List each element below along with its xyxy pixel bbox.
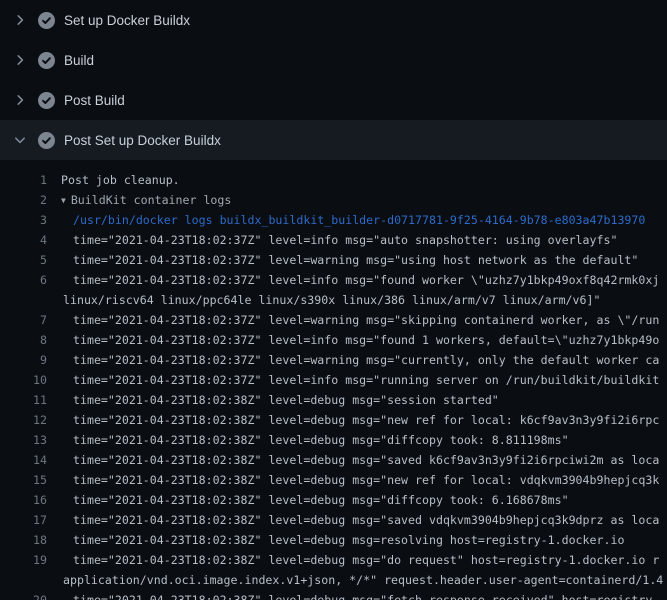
line-number[interactable]: 5 <box>0 250 47 270</box>
log-text: time="2021-04-23T18:02:38Z" level=debug … <box>47 530 667 550</box>
line-number[interactable]: 17 <box>0 510 47 530</box>
line-number[interactable]: 3 <box>0 210 47 230</box>
log-text: Post job cleanup. <box>47 170 667 190</box>
group-title: BuildKit container logs <box>71 193 232 207</box>
log-line: 16time="2021-04-23T18:02:38Z" level=debu… <box>0 490 667 510</box>
line-number[interactable]: 14 <box>0 450 47 470</box>
line-number[interactable]: 1 <box>0 170 47 190</box>
log-text: linux/riscv64 linux/ppc64le linux/s390x … <box>47 290 667 310</box>
step-header-post-build[interactable]: Post Build <box>0 80 667 120</box>
log-line: 9time="2021-04-23T18:02:37Z" level=warni… <box>0 350 667 370</box>
log-line: 17time="2021-04-23T18:02:38Z" level=debu… <box>0 510 667 530</box>
log-text: time="2021-04-23T18:02:38Z" level=debug … <box>47 410 667 430</box>
line-number[interactable]: 7 <box>0 310 47 330</box>
chevron-right-icon[interactable] <box>12 92 28 108</box>
check-circle-icon <box>38 12 55 29</box>
log-line: 11time="2021-04-23T18:02:38Z" level=debu… <box>0 390 667 410</box>
log-line: 1Post job cleanup. <box>0 170 667 190</box>
log-text: time="2021-04-23T18:02:38Z" level=debug … <box>47 550 667 570</box>
line-number[interactable]: 16 <box>0 490 47 510</box>
line-number[interactable]: 2 <box>0 190 47 210</box>
log-text: time="2021-04-23T18:02:37Z" level=warnin… <box>47 310 667 330</box>
log-line: 13time="2021-04-23T18:02:38Z" level=debu… <box>0 430 667 450</box>
log-rows: 1Post job cleanup.2 ▼ BuildKit container l… <box>0 170 667 600</box>
line-number[interactable]: 11 <box>0 390 47 410</box>
check-circle-icon <box>38 52 55 69</box>
check-circle-icon <box>38 132 55 149</box>
log-text: time="2021-04-23T18:02:37Z" level=info m… <box>47 270 667 290</box>
line-number[interactable]: 20 <box>0 590 47 600</box>
chevron-right-icon[interactable] <box>12 12 28 28</box>
log-line: 14time="2021-04-23T18:02:38Z" level=debu… <box>0 450 667 470</box>
log-text: time="2021-04-23T18:02:38Z" level=debug … <box>47 390 667 410</box>
log-command-text: /usr/bin/docker logs buildx_buildkit_bui… <box>47 210 667 230</box>
check-circle-icon <box>38 92 55 109</box>
log-line: application/vnd.oci.image.index.v1+json,… <box>0 570 667 590</box>
log-text: time="2021-04-23T18:02:37Z" level=info m… <box>47 230 667 250</box>
step-label: Post Build <box>64 93 125 108</box>
line-number[interactable]: 8 <box>0 330 47 350</box>
log-text: time="2021-04-23T18:02:38Z" level=debug … <box>47 450 667 470</box>
line-number[interactable]: 4 <box>0 230 47 250</box>
log-text: time="2021-04-23T18:02:37Z" level=warnin… <box>47 350 667 370</box>
log-line: 7time="2021-04-23T18:02:37Z" level=warni… <box>0 310 667 330</box>
log-line: 6time="2021-04-23T18:02:37Z" level=info … <box>0 270 667 290</box>
step-label: Build <box>64 53 94 68</box>
log-text: ▼ BuildKit container logs <box>47 190 667 210</box>
log-text: application/vnd.oci.image.index.v1+json,… <box>47 570 667 590</box>
step-header-build[interactable]: Build <box>0 40 667 80</box>
log-line: 18time="2021-04-23T18:02:38Z" level=debu… <box>0 530 667 550</box>
log-line: 12time="2021-04-23T18:02:38Z" level=debu… <box>0 410 667 430</box>
step-label: Post Set up Docker Buildx <box>64 133 221 148</box>
log-area: 1Post job cleanup.2 ▼ BuildKit container l… <box>0 160 667 600</box>
log-text: time="2021-04-23T18:02:38Z" level=debug … <box>47 590 667 600</box>
line-number[interactable]: 13 <box>0 430 47 450</box>
step-list: Set up Docker Buildx Build Post Build <box>0 0 667 160</box>
step-header-post-set-up-docker-buildx[interactable]: Post Set up Docker Buildx <box>0 120 667 160</box>
step-label: Set up Docker Buildx <box>64 13 190 28</box>
line-number[interactable]: 19 <box>0 550 47 570</box>
log-line: 3/usr/bin/docker logs buildx_buildkit_bu… <box>0 210 667 230</box>
chevron-down-icon[interactable] <box>12 132 28 148</box>
log-line: 10time="2021-04-23T18:02:37Z" level=info… <box>0 370 667 390</box>
log-line[interactable]: 2 ▼ BuildKit container logs <box>0 190 667 210</box>
log-text: time="2021-04-23T18:02:38Z" level=debug … <box>47 510 667 530</box>
line-number[interactable]: 15 <box>0 470 47 490</box>
log-line: 15time="2021-04-23T18:02:38Z" level=debu… <box>0 470 667 490</box>
line-number <box>0 570 47 590</box>
log-line: 19time="2021-04-23T18:02:38Z" level=debu… <box>0 550 667 570</box>
disclosure-triangle-icon[interactable]: ▼ <box>61 191 66 210</box>
log-line: linux/riscv64 linux/ppc64le linux/s390x … <box>0 290 667 310</box>
log-line: 20time="2021-04-23T18:02:38Z" level=debu… <box>0 590 667 600</box>
log-line: 8time="2021-04-23T18:02:37Z" level=info … <box>0 330 667 350</box>
chevron-right-icon[interactable] <box>12 52 28 68</box>
workflow-log-viewer: Set up Docker Buildx Build Post Build <box>0 0 667 600</box>
line-number[interactable]: 9 <box>0 350 47 370</box>
line-number[interactable]: 10 <box>0 370 47 390</box>
log-line: 4time="2021-04-23T18:02:37Z" level=info … <box>0 230 667 250</box>
log-line: 5time="2021-04-23T18:02:37Z" level=warni… <box>0 250 667 270</box>
log-text: time="2021-04-23T18:02:38Z" level=debug … <box>47 430 667 450</box>
line-number <box>0 290 47 310</box>
line-number[interactable]: 6 <box>0 270 47 290</box>
step-header-set-up-docker-buildx[interactable]: Set up Docker Buildx <box>0 0 667 40</box>
log-text: time="2021-04-23T18:02:38Z" level=debug … <box>47 470 667 490</box>
log-text: time="2021-04-23T18:02:38Z" level=debug … <box>47 490 667 510</box>
log-text: time="2021-04-23T18:02:37Z" level=info m… <box>47 330 667 350</box>
line-number[interactable]: 12 <box>0 410 47 430</box>
line-number[interactable]: 18 <box>0 530 47 550</box>
log-text: time="2021-04-23T18:02:37Z" level=info m… <box>47 370 667 390</box>
log-text: time="2021-04-23T18:02:37Z" level=warnin… <box>47 250 667 270</box>
